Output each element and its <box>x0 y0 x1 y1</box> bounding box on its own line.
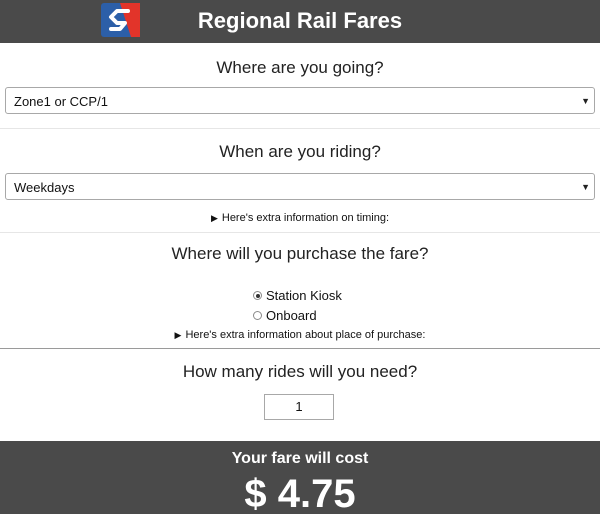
radio-label-station-kiosk: Station Kiosk <box>266 288 342 303</box>
app-header: Regional Rail Fares <box>0 0 600 43</box>
destination-select-value: Zone1 or CCP/1 <box>14 94 108 109</box>
rides-quantity-input[interactable]: 1 <box>264 394 334 420</box>
rides-question: How many rides will you need? <box>182 362 418 381</box>
radio-onboard[interactable]: Onboard <box>253 308 317 323</box>
fare-amount-value: 4.75 <box>277 472 356 514</box>
fare-calculator-page: Regional Rail Fares Where are you going?… <box>0 0 600 514</box>
timing-question: When are you riding? <box>219 142 381 161</box>
purchase-question: Where will you purchase the fare? <box>171 244 429 263</box>
destination-select[interactable]: Zone1 or CCP/1 ▼ <box>5 87 595 114</box>
chevron-down-icon: ▼ <box>581 96 590 106</box>
disclosure-triangle-icon: ▶ <box>210 213 218 223</box>
radio-station-kiosk[interactable]: Station Kiosk <box>253 288 342 303</box>
fare-result-panel: Your fare will cost $ 4.75 <box>0 441 600 514</box>
timing-info-toggle[interactable]: ▶ Here's extra information on timing: <box>0 212 600 224</box>
radio-button-unchecked[interactable] <box>253 311 262 320</box>
destination-question: Where are you going? <box>216 58 384 77</box>
chevron-down-icon: ▼ <box>581 182 590 192</box>
section-divider <box>0 128 600 129</box>
disclosure-triangle-icon: ▶ <box>174 330 182 340</box>
purchase-info-toggle[interactable]: ▶ Here's extra information about place of… <box>0 329 600 341</box>
fare-amount: $ 4.75 <box>0 471 600 514</box>
radio-label-onboard: Onboard <box>266 308 317 323</box>
timing-select[interactable]: Weekdays ▼ <box>5 173 595 200</box>
page-title: Regional Rail Fares <box>197 8 403 33</box>
timing-select-value: Weekdays <box>14 180 75 195</box>
radio-button-checked[interactable] <box>253 291 262 300</box>
timing-info-label: Here's extra information on timing: <box>221 212 390 224</box>
section-divider <box>0 348 600 349</box>
fare-result-label: Your fare will cost <box>231 450 369 467</box>
currency-symbol: $ <box>244 472 267 514</box>
purchase-info-label: Here's extra information about place of … <box>185 329 426 341</box>
section-divider <box>0 232 600 233</box>
